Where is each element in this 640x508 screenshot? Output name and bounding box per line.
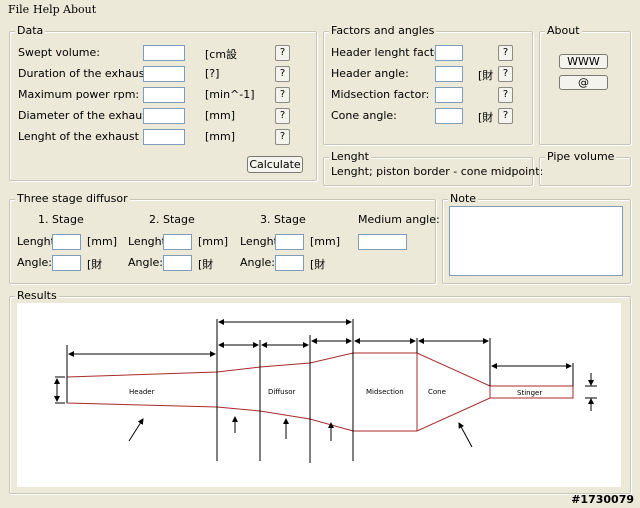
max-power-rpm-input[interactable] <box>143 87 185 103</box>
pipe-volume-group-title: Pipe volume <box>545 150 617 163</box>
exhaust-duration-help-button[interactable]: ? <box>275 66 290 82</box>
exhaust-diameter-unit: [mm] <box>205 109 236 122</box>
email-button[interactable]: @ <box>559 75 608 90</box>
stage-3-angle-unit: [財 <box>310 258 326 271</box>
note-textarea[interactable] <box>449 206 623 276</box>
header-section-label: Header <box>129 388 155 396</box>
stage-1-label: 1. Stage <box>38 213 84 226</box>
stage-1-length-input[interactable] <box>52 234 81 250</box>
calculate-button[interactable]: Calculate <box>247 156 303 173</box>
lenght-description: Lenght; piston border - cone midpoint: <box>331 165 544 178</box>
midsection-factor-help-button[interactable]: ? <box>498 87 513 103</box>
note-group-title: Note <box>448 192 479 205</box>
midsection-factor-label: Midsection factor: <box>331 88 430 101</box>
cone-angle-input[interactable] <box>435 108 463 124</box>
stage-3-length-unit: [mm] <box>310 235 341 248</box>
stage-1-length-unit: [mm] <box>87 235 118 248</box>
cone-angle-label: Cone angle: <box>331 109 397 122</box>
pipe-volume-group: Pipe volume <box>539 150 631 186</box>
midsection-factor-input[interactable] <box>435 87 463 103</box>
exhaust-length-unit: [mm] <box>205 130 236 143</box>
max-power-rpm-help-button[interactable]: ? <box>275 87 290 103</box>
swept-volume-input[interactable] <box>143 45 185 61</box>
stage-1-angle-input[interactable] <box>52 255 81 271</box>
header-angle-unit: [財 <box>478 69 494 82</box>
medium-angle-label: Medium angle: <box>358 213 440 226</box>
results-canvas: Header Diffusor Midsection Cone Stinger <box>17 303 621 487</box>
diffusor-group-title: Three stage diffusor <box>15 192 130 205</box>
midsection-section-label: Midsection <box>366 388 404 396</box>
exhaust-length-input[interactable] <box>143 129 185 145</box>
about-group-title: About <box>545 24 582 37</box>
swept-volume-label: Swept volume: <box>18 46 100 59</box>
menu-about[interactable]: About <box>63 3 96 16</box>
stage-2-label: 2. Stage <box>149 213 195 226</box>
exhaust-diameter-help-button[interactable]: ? <box>275 108 290 124</box>
stage-1-angle-unit: [財 <box>87 258 103 271</box>
cone-angle-help-button[interactable]: ? <box>498 108 513 124</box>
stage-3-length-input[interactable] <box>275 234 304 250</box>
stage-2-angle-unit: [財 <box>198 258 214 271</box>
max-power-rpm-unit: [min^-1] <box>205 88 255 101</box>
stage-2-length-input[interactable] <box>163 234 192 250</box>
cone-angle-unit: [財 <box>478 111 494 124</box>
swept-volume-help-button[interactable]: ? <box>275 45 290 61</box>
watermark-id: #1730079 <box>571 493 634 506</box>
factors-group-title: Factors and angles <box>329 24 437 37</box>
exhaust-diameter-input[interactable] <box>143 108 185 124</box>
results-group-title: Results <box>15 289 59 302</box>
diffusor-section-label: Diffusor <box>268 388 296 396</box>
menu-help[interactable]: Help <box>33 3 60 16</box>
menu-file[interactable]: File <box>8 3 29 16</box>
stage-2-length-unit: [mm] <box>198 235 229 248</box>
header-length-factor-label: Header lenght factor: <box>331 46 449 59</box>
stage-2-angle-label: Angle: <box>128 256 164 269</box>
stage-3-label: 3. Stage <box>260 213 306 226</box>
menu-bar: File Help About <box>0 0 640 18</box>
data-group-title: Data <box>15 24 46 37</box>
header-length-factor-input[interactable] <box>435 45 463 61</box>
header-angle-label: Header angle: <box>331 67 409 80</box>
header-length-factor-help-button[interactable]: ? <box>498 45 513 61</box>
medium-angle-input[interactable] <box>358 234 407 250</box>
stage-1-angle-label: Angle: <box>17 256 53 269</box>
max-power-rpm-label: Maximum power rpm: <box>18 88 140 101</box>
exhaust-duration-input[interactable] <box>143 66 185 82</box>
stinger-section-label: Stinger <box>517 389 542 397</box>
pipe-diagram: Header Diffusor Midsection Cone Stinger <box>54 319 597 463</box>
swept-volume-unit: [cm設 <box>205 48 238 61</box>
cone-section-label: Cone <box>428 388 446 396</box>
stage-3-angle-label: Angle: <box>240 256 276 269</box>
exhaust-length-help-button[interactable]: ? <box>275 129 290 145</box>
header-angle-input[interactable] <box>435 66 463 82</box>
www-button[interactable]: WWW <box>559 54 608 69</box>
lenght-group-title: Lenght <box>329 150 371 163</box>
exhaust-duration-unit: [?] <box>205 67 220 80</box>
stage-3-angle-input[interactable] <box>275 255 304 271</box>
stage-2-angle-input[interactable] <box>163 255 192 271</box>
header-angle-help-button[interactable]: ? <box>498 66 513 82</box>
